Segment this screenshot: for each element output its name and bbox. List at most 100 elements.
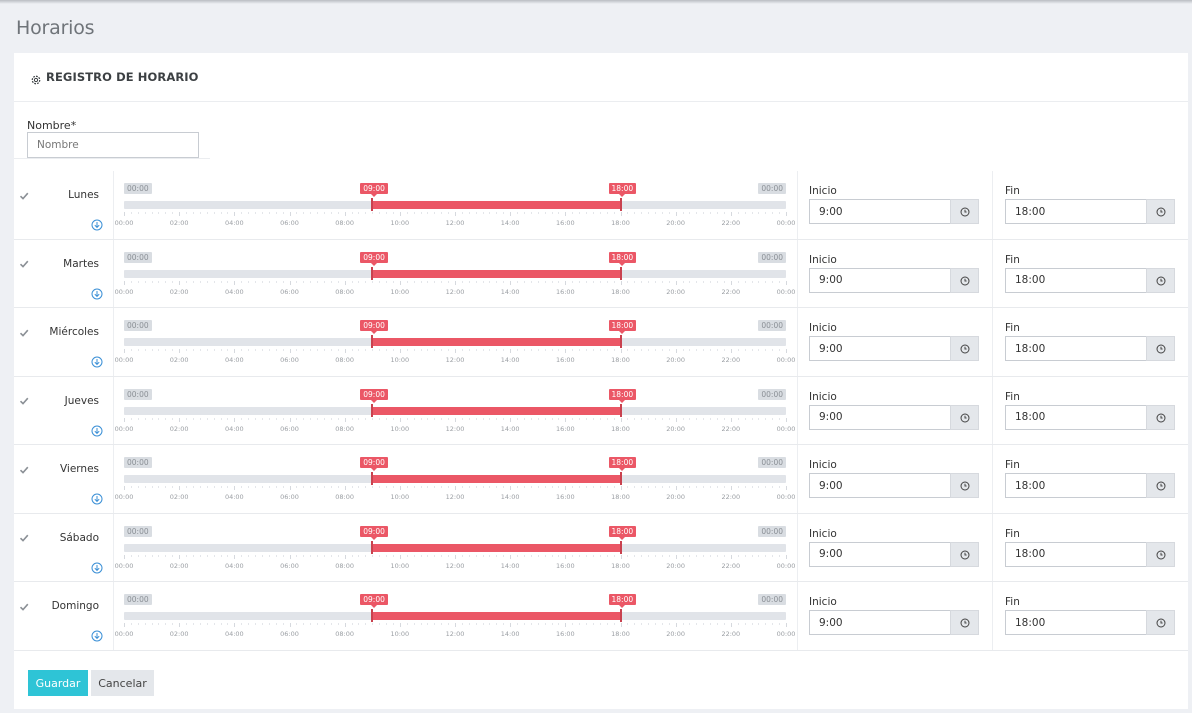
end-time-picker-button[interactable]: [1146, 199, 1175, 224]
slider-tick: [758, 486, 760, 488]
slider-tick: [537, 486, 539, 488]
day-checkbox[interactable]: [19, 259, 29, 269]
slider-handle-from[interactable]: [371, 609, 374, 622]
slider-tick: [489, 280, 491, 283]
name-input[interactable]: [27, 132, 199, 158]
start-time-picker-button[interactable]: [950, 199, 979, 224]
end-time-picker-button[interactable]: [1146, 404, 1175, 430]
time-range-slider[interactable]: 00:00 00:00 09:00 18:00 00:00 02:00 04:00 06:00…: [115, 514, 795, 582]
slider-tick: [358, 280, 360, 283]
arrow-down-circle-icon[interactable]: [91, 422, 103, 436]
end-time-input[interactable]: [1005, 541, 1147, 567]
arrow-down-circle-icon[interactable]: [91, 353, 103, 368]
slider-tick: [448, 280, 450, 283]
slider-tick: [779, 554, 781, 557]
slider-handle-to[interactable]: [619, 472, 622, 485]
day-row: Viernes 00:00 00:00 09:00 18:00 00:00 02:00 04:…: [14, 445, 1188, 514]
slider-handle-from[interactable]: [371, 266, 374, 280]
arrow-down-circle-icon[interactable]: [91, 216, 103, 231]
start-time-input[interactable]: [809, 199, 951, 224]
end-time-picker-button[interactable]: [1146, 541, 1175, 567]
slider-tick: [475, 554, 477, 557]
slider-tick: [255, 623, 257, 625]
slider-tick: [206, 554, 208, 557]
time-range-slider[interactable]: 00:00 00:00 09:00 18:00 00:00 02:00 04:00 06:00…: [115, 171, 795, 239]
slider-handle-to[interactable]: [619, 403, 622, 417]
slider-handle-from[interactable]: [371, 472, 374, 485]
end-time-input[interactable]: [1005, 610, 1147, 635]
slider-tick: [296, 349, 298, 351]
slider-handle-from[interactable]: [371, 540, 374, 554]
start-time-picker-button[interactable]: [950, 336, 979, 361]
time-range-slider[interactable]: 00:00 00:00 09:00 18:00 00:00 02:00 04:00 06:00…: [115, 240, 795, 308]
slider-tick: [537, 280, 539, 283]
start-time-input[interactable]: [809, 336, 951, 361]
slider-tick: [255, 417, 257, 420]
slider-tick: [620, 349, 622, 353]
slider-tick: [206, 349, 208, 351]
end-time-input[interactable]: [1005, 404, 1147, 430]
day-checkbox[interactable]: [19, 464, 29, 474]
slider-tick: [558, 349, 560, 351]
start-time-input[interactable]: [809, 473, 951, 498]
end-time-picker-button[interactable]: [1146, 267, 1175, 293]
slider-tick: [448, 554, 450, 557]
slider-tick: [289, 212, 291, 216]
arrow-down-circle-icon[interactable]: [91, 490, 103, 505]
cancel-button[interactable]: Cancelar: [91, 670, 154, 696]
slider-handle-to[interactable]: [619, 540, 622, 554]
start-time-picker-button[interactable]: [950, 610, 979, 635]
slider-tick: [475, 417, 477, 420]
save-button[interactable]: Guardar: [28, 670, 88, 696]
slider-handle-from[interactable]: [371, 335, 374, 348]
slider-handle-to[interactable]: [619, 198, 622, 211]
slider-tick: [482, 486, 484, 488]
clock-icon: [1156, 545, 1166, 564]
slider-handle-to[interactable]: [619, 335, 622, 348]
start-time-picker-button[interactable]: [950, 473, 979, 498]
end-time-input[interactable]: [1005, 199, 1147, 224]
end-time-input[interactable]: [1005, 473, 1147, 498]
day-row: Sábado 00:00 00:00 09:00 18:00 00:00 02:00 04:0…: [14, 513, 1188, 582]
start-time-picker-button[interactable]: [950, 267, 979, 293]
day-checkbox[interactable]: [19, 327, 29, 337]
start-time-picker-button[interactable]: [950, 541, 979, 567]
day-name: Martes: [63, 257, 99, 270]
start-time-picker-button[interactable]: [950, 404, 979, 430]
end-time-input[interactable]: [1005, 336, 1147, 361]
arrow-down-circle-icon[interactable]: [91, 627, 103, 642]
end-time-picker-button[interactable]: [1146, 610, 1175, 635]
day-checkbox[interactable]: [19, 601, 29, 611]
arrow-down-circle-icon[interactable]: [91, 559, 103, 573]
slider-tick: [641, 280, 643, 283]
end-time-input[interactable]: [1005, 267, 1147, 293]
time-range-slider[interactable]: 00:00 00:00 09:00 18:00 00:00 02:00 04:00 06:00…: [115, 308, 795, 376]
day-checkbox[interactable]: [19, 190, 29, 200]
slider-handle-to[interactable]: [619, 266, 622, 280]
slider-tick: [765, 417, 767, 420]
start-time-input[interactable]: [809, 610, 951, 635]
slider-tick: [482, 554, 484, 557]
slider-tick: [186, 212, 188, 214]
slider-tick: [413, 623, 415, 625]
slider-tick: [227, 349, 229, 351]
end-time-picker-button[interactable]: [1146, 473, 1175, 498]
slider-handle-from[interactable]: [371, 403, 374, 417]
slider-handle-to[interactable]: [619, 609, 622, 622]
end-time-picker-button[interactable]: [1146, 336, 1175, 361]
start-time-input[interactable]: [809, 267, 951, 293]
slider-handle-from[interactable]: [371, 198, 374, 211]
arrow-down-circle-icon[interactable]: [91, 285, 103, 299]
slider-tick: [723, 280, 725, 283]
day-checkbox[interactable]: [19, 533, 29, 543]
slider-tick: [496, 212, 498, 214]
start-time-input[interactable]: [809, 404, 951, 430]
time-range-slider[interactable]: 00:00 00:00 09:00 18:00 00:00 02:00 04:00 06:00…: [115, 377, 795, 445]
day-checkbox[interactable]: [19, 396, 29, 406]
time-range-slider[interactable]: 00:00 00:00 09:00 18:00 00:00 02:00 04:00 06:00…: [115, 445, 795, 513]
slider-tick: [330, 623, 332, 625]
start-time-input[interactable]: [809, 541, 951, 567]
time-range-slider[interactable]: 00:00 00:00 09:00 18:00 00:00 02:00 04:00 06:00…: [115, 582, 795, 650]
slider-tick: [427, 554, 429, 557]
slider-tick: [523, 212, 525, 214]
